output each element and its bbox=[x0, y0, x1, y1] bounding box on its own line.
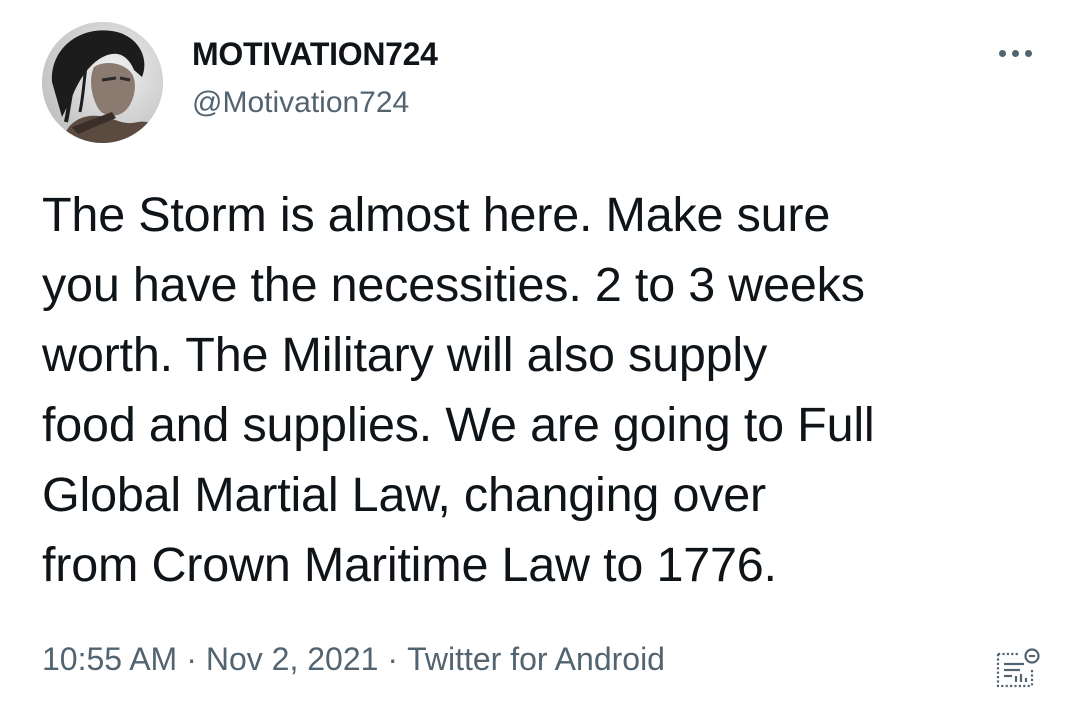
tweet-date[interactable]: Nov 2, 2021 bbox=[206, 641, 379, 677]
meta-separator: · bbox=[387, 641, 399, 677]
profile-avatar-icon bbox=[42, 22, 163, 143]
more-options-button[interactable] bbox=[990, 38, 1040, 68]
tweet-source[interactable]: Twitter for Android bbox=[407, 641, 665, 677]
tweet-text-line: from Crown Maritime Law to 1776. bbox=[42, 538, 777, 592]
tweet-text-line: The Storm is almost here. Make sure bbox=[42, 188, 831, 242]
tweet-text-line: food and supplies. We are going to Full bbox=[42, 398, 875, 452]
tweet-card: MOTIVATION724 @Motivation724 The Storm i… bbox=[0, 0, 1080, 717]
display-name[interactable]: MOTIVATION724 bbox=[192, 36, 438, 73]
more-horizontal-icon-dot bbox=[1024, 49, 1032, 57]
tweet-analytics-icon bbox=[996, 648, 1040, 688]
avatar[interactable] bbox=[42, 22, 163, 143]
tweet-text-line: you have the necessities. 2 to 3 weeks bbox=[42, 258, 865, 312]
more-horizontal-icon-dot bbox=[1011, 49, 1019, 57]
tweet-analytics-button[interactable] bbox=[990, 640, 1044, 694]
tweet-metadata: 10:55 AM · Nov 2, 2021 · Twitter for Android bbox=[42, 641, 665, 678]
more-horizontal-icon bbox=[998, 49, 1006, 57]
tweet-text-line: Global Martial Law, changing over bbox=[42, 468, 767, 522]
tweet-time[interactable]: 10:55 AM bbox=[42, 641, 177, 677]
user-handle[interactable]: @Motivation724 bbox=[192, 86, 409, 120]
tweet-text: The Storm is almost here. Make sure you … bbox=[42, 180, 1052, 600]
tweet-text-line: worth. The Military will also supply bbox=[42, 328, 768, 382]
meta-separator: · bbox=[186, 641, 197, 677]
